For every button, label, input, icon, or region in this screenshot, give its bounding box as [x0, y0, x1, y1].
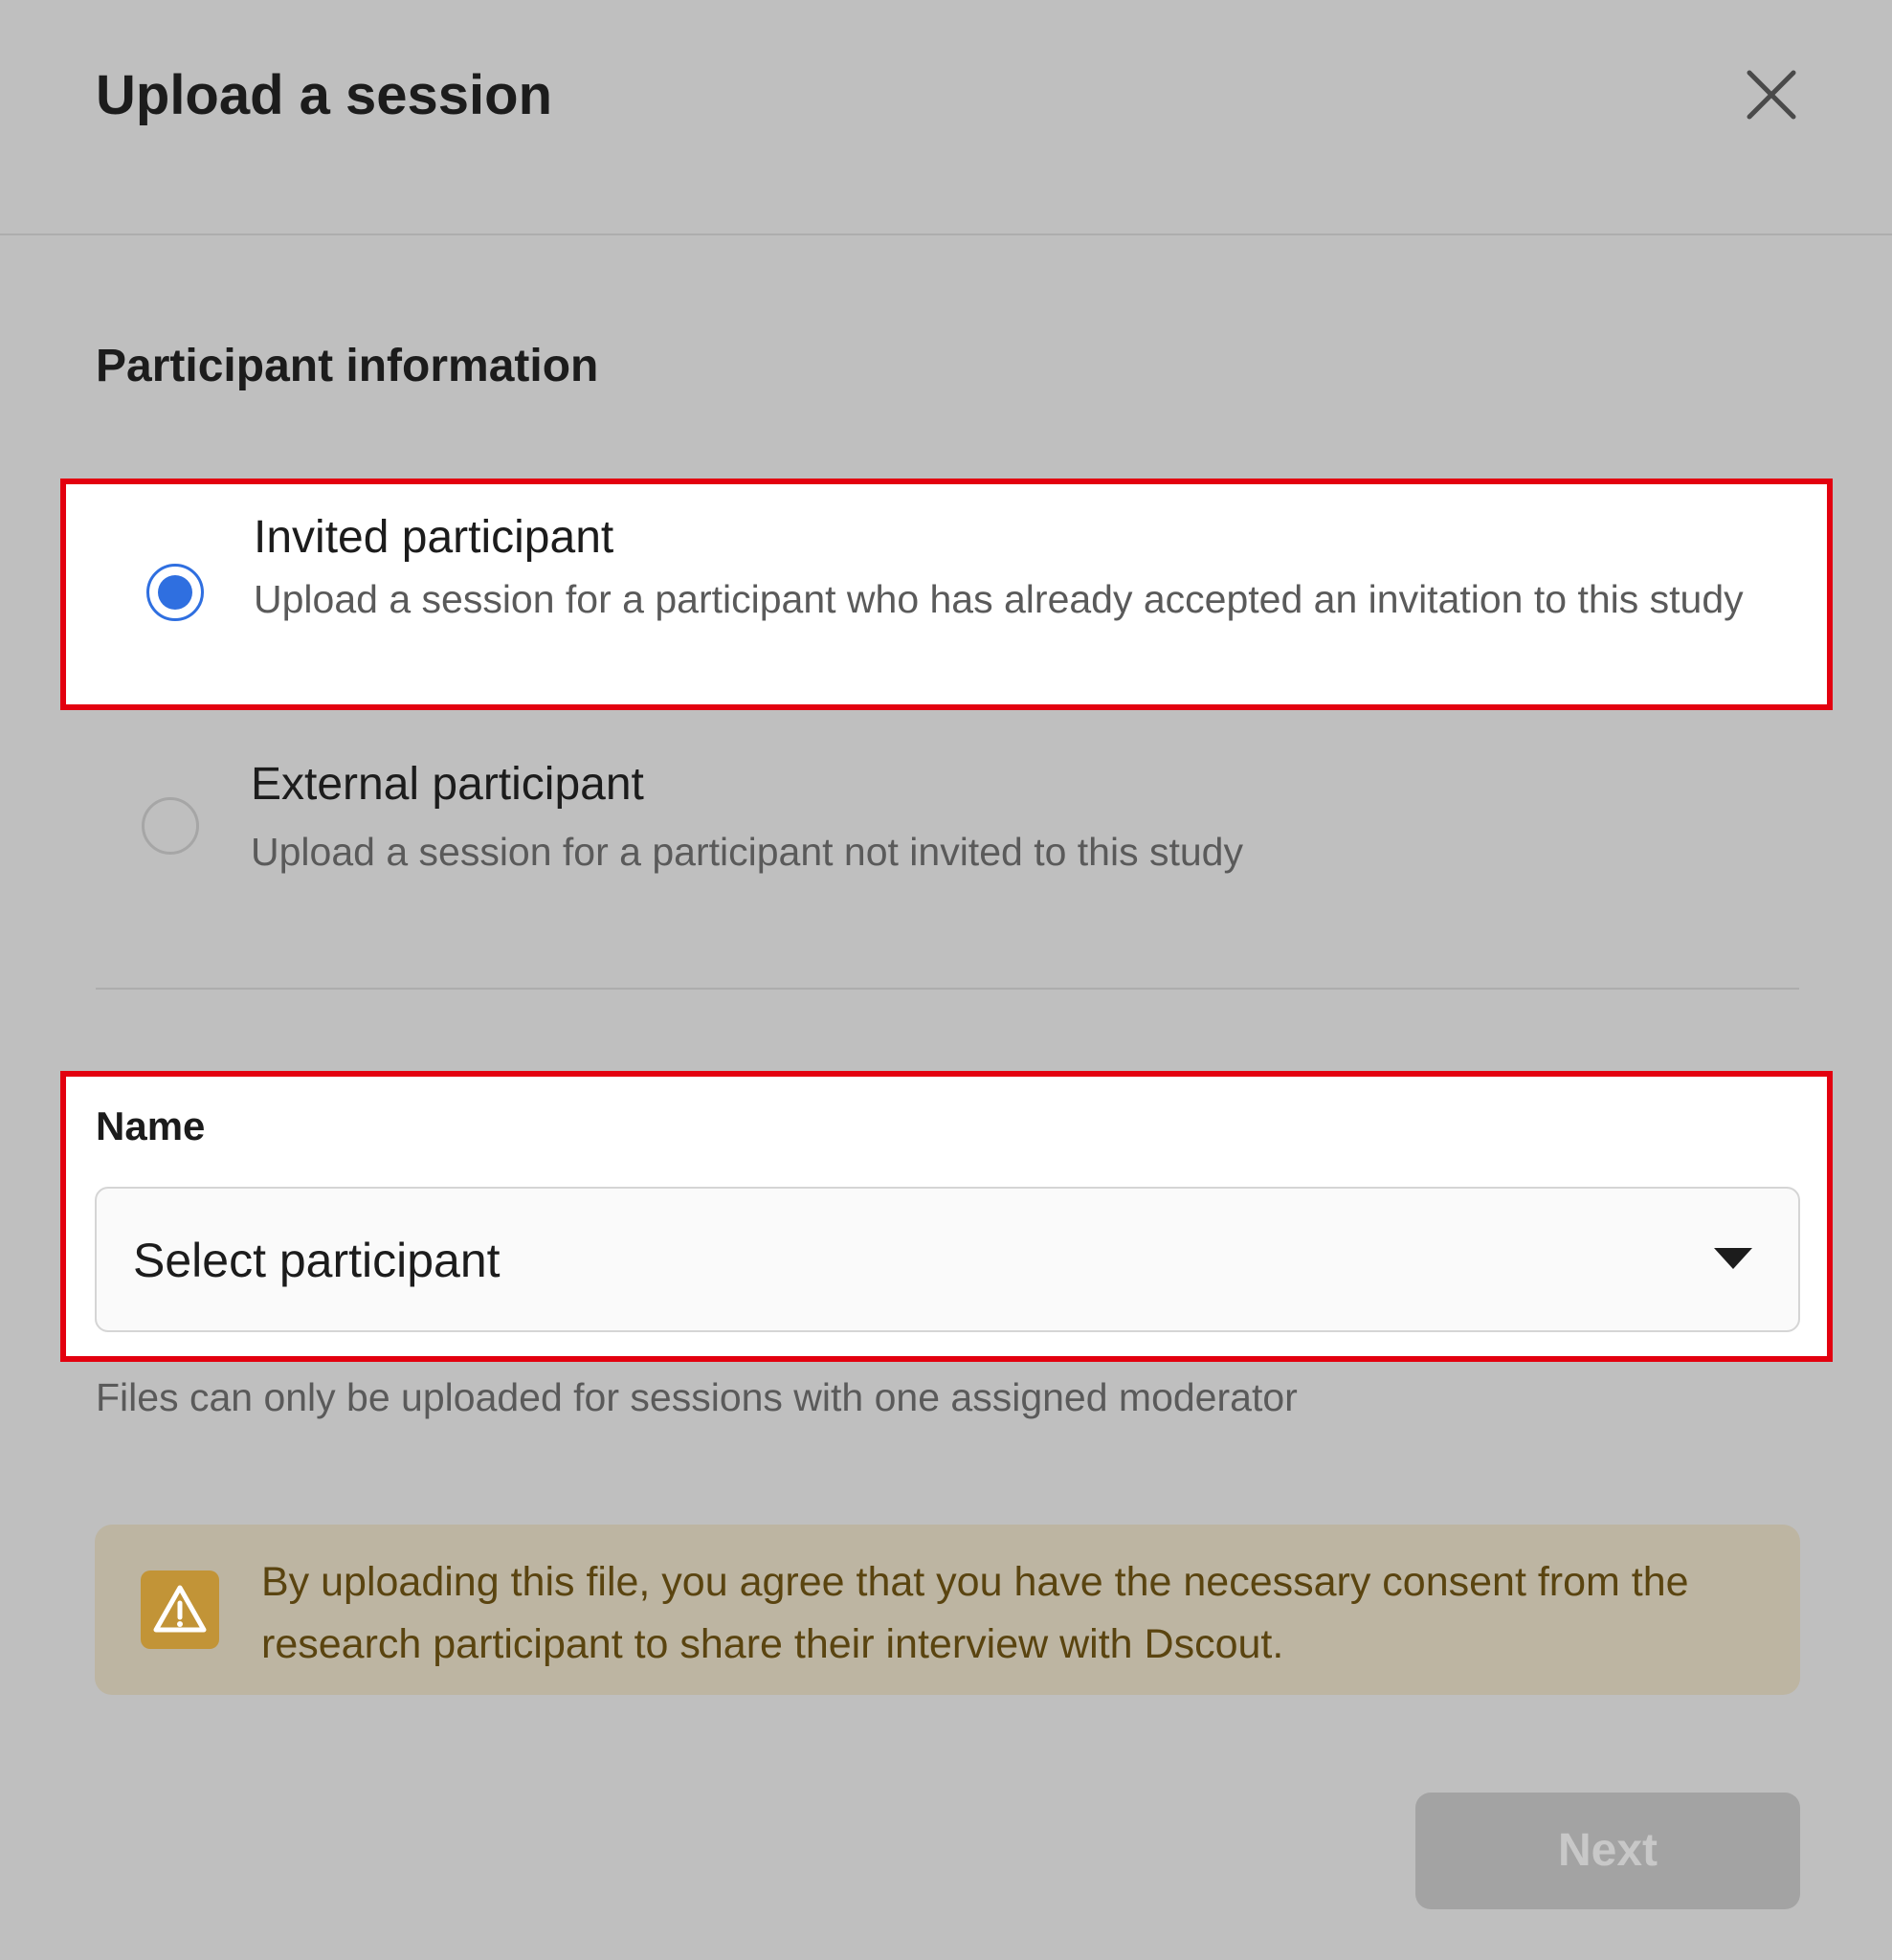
radio-selected-dot: [158, 575, 192, 610]
radio-external-participant[interactable]: [142, 797, 199, 855]
close-button[interactable]: [1742, 65, 1801, 124]
section-title: Participant information: [96, 341, 599, 391]
warning-text: By uploading this file, you agree that y…: [261, 1559, 1689, 1667]
radio-invited-participant[interactable]: [146, 564, 204, 621]
section-divider: [96, 988, 1799, 990]
option-invited-participant[interactable]: Invited participant Upload a session for…: [60, 479, 1833, 710]
option-external-participant[interactable]: External participant Upload a session fo…: [96, 756, 1799, 900]
consent-warning: By uploading this file, you agree that y…: [95, 1525, 1800, 1695]
select-value: Select participant: [133, 1234, 501, 1287]
option-description: Upload a session for a participant who h…: [254, 577, 1744, 621]
next-button[interactable]: Next: [1415, 1793, 1800, 1909]
caret-down-icon: [1714, 1248, 1752, 1269]
helper-text: Files can only be uploaded for sessions …: [96, 1375, 1298, 1419]
participant-select[interactable]: Select participant: [95, 1187, 1800, 1332]
option-title: Invited participant: [254, 512, 614, 563]
header-divider: [0, 234, 1892, 235]
option-title: External participant: [251, 759, 644, 810]
dialog-title: Upload a session: [96, 64, 553, 126]
warning-icon: [141, 1570, 219, 1649]
close-icon: [1747, 70, 1796, 120]
option-description: Upload a session for a participant not i…: [251, 830, 1243, 874]
name-label: Name: [96, 1103, 206, 1148]
